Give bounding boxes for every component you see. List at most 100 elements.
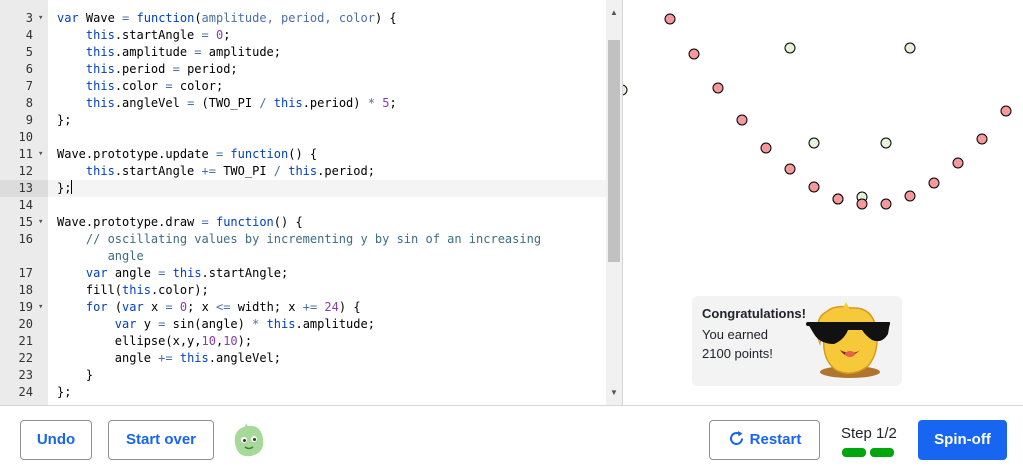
code-token: var xyxy=(85,266,108,280)
code-token: = xyxy=(165,79,173,93)
code-line[interactable]: 6 this.period = period; xyxy=(0,61,606,78)
code-token: += xyxy=(201,164,216,178)
red-wave-dot xyxy=(712,82,724,94)
line-number: 20 xyxy=(18,317,33,331)
code-line[interactable]: 17 var angle = this.startAngle; xyxy=(0,265,606,282)
code-line[interactable]: angle xyxy=(0,248,606,265)
code-token: += xyxy=(302,300,318,314)
step-indicator: Step 1/2 xyxy=(841,425,897,442)
code-line[interactable]: 24}; xyxy=(0,384,606,401)
code-line[interactable]: 12 this.startAngle += TWO_PI / this.peri… xyxy=(0,163,606,180)
code-editor[interactable]: 3 ▾ var Wave = function(amplitude, period,… xyxy=(0,0,622,405)
code-token: / xyxy=(273,164,281,178)
code-token: function xyxy=(230,147,289,161)
code-line[interactable]: 15 ▾ Wave.prototype.draw = function() { xyxy=(0,214,606,231)
red-wave-dot xyxy=(952,157,964,169)
code-token: () { xyxy=(273,215,303,229)
code-token: this xyxy=(85,28,115,42)
code-token: this xyxy=(179,351,209,365)
code-token: }; xyxy=(57,113,72,127)
code-line[interactable]: 20 var y = sin(angle) * this.amplitude; xyxy=(0,316,606,333)
line-number: 19 xyxy=(18,300,33,314)
code-line[interactable]: 9}; xyxy=(0,112,606,129)
code-text: var y = sin(angle) * this.amplitude; xyxy=(57,316,375,333)
code-line[interactable]: 8 this.angleVel = (TWO_PI / this.period)… xyxy=(0,95,606,112)
undo-button[interactable]: Undo xyxy=(20,420,92,460)
code-line[interactable]: 19 ▾ for (var x = 0; x <= width; x += 24)… xyxy=(0,299,606,316)
restart-label: Restart xyxy=(749,431,802,448)
line-number: 8 xyxy=(25,96,33,110)
code-text: this.startAngle += TWO_PI / this.period; xyxy=(57,163,375,180)
line-number: 16 xyxy=(18,232,33,246)
scroll-up-icon[interactable]: ▲ xyxy=(609,8,619,18)
avatar-icon[interactable] xyxy=(229,421,267,459)
code-token: ) { xyxy=(374,11,397,25)
code-token: .period xyxy=(114,62,173,76)
code-token: 10 xyxy=(223,334,238,348)
restart-icon xyxy=(729,431,743,445)
code-token: }; xyxy=(57,181,72,195)
code-line[interactable]: 22 angle += this.angleVel; xyxy=(0,350,606,367)
code-line[interactable]: 14 xyxy=(0,197,606,214)
code-line[interactable]: 18 fill(this.color); xyxy=(0,282,606,299)
code-line[interactable]: 7 this.color = color; xyxy=(0,78,606,95)
code-token: this xyxy=(266,317,296,331)
fold-arrow-icon[interactable]: ▾ xyxy=(38,146,43,163)
congrats-points-line: You earned xyxy=(702,327,769,342)
line-number: 18 xyxy=(18,283,33,297)
red-wave-dot xyxy=(856,198,868,210)
code-line[interactable]: 11 ▾ Wave.prototype.update = function() { xyxy=(0,146,606,163)
code-line[interactable]: 3 ▾ var Wave = function(amplitude, period,… xyxy=(0,10,606,27)
sunglasses-mascot-icon xyxy=(806,302,890,378)
code-token: var xyxy=(57,11,79,25)
fold-arrow-icon[interactable]: ▾ xyxy=(38,214,43,231)
line-number: 6 xyxy=(25,62,33,76)
spin-off-button[interactable]: Spin-off xyxy=(918,420,1007,460)
line-number: 5 xyxy=(25,45,33,59)
code-line[interactable]: 16 // oscillating values by incrementing… xyxy=(0,231,606,248)
fold-arrow-icon[interactable]: ▾ xyxy=(38,10,43,27)
code-line[interactable]: 21 ellipse(x,y,10,10); xyxy=(0,333,606,350)
code-token: period; xyxy=(179,62,238,76)
code-token: angle xyxy=(107,266,159,280)
code-token: .color xyxy=(114,79,166,93)
code-line[interactable]: 5 this.amplitude = amplitude; xyxy=(0,44,606,61)
code-token: = xyxy=(172,62,180,76)
code-token: * xyxy=(367,96,375,110)
code-token: var xyxy=(122,300,144,314)
code-token: .color); xyxy=(150,283,209,297)
code-token: for xyxy=(85,300,108,314)
code-token: Wave.prototype.update xyxy=(57,147,216,161)
code-line[interactable]: 13}; xyxy=(0,180,606,197)
line-number: 15 xyxy=(18,215,33,229)
scroll-down-icon[interactable]: ▼ xyxy=(609,388,619,398)
code-text: this.period = period; xyxy=(57,61,238,78)
red-wave-dot xyxy=(736,114,748,126)
fold-arrow-icon[interactable]: ▾ xyxy=(38,299,43,316)
code-token: Wave.prototype.draw xyxy=(57,215,202,229)
code-token: } xyxy=(57,368,94,382)
code-line[interactable]: 4 this.startAngle = 0; xyxy=(0,27,606,44)
red-wave-dot xyxy=(904,190,916,202)
line-number: 12 xyxy=(18,164,33,178)
restart-button[interactable]: Restart xyxy=(709,420,820,460)
code-text: angle += this.angleVel; xyxy=(57,350,281,367)
code-line[interactable]: 23 } xyxy=(0,367,606,384)
code-token: .angleVel; xyxy=(208,351,281,365)
code-token: this xyxy=(85,45,115,59)
line-number: 23 xyxy=(18,368,33,382)
code-token: ; x xyxy=(187,300,217,314)
editor-scrollbar[interactable]: ▲ ▼ xyxy=(606,0,622,405)
editor-scrollbar-thumb[interactable] xyxy=(608,40,620,262)
code-token: this xyxy=(85,96,115,110)
start-over-button[interactable]: Start over xyxy=(108,420,214,460)
code-line[interactable]: 10 xyxy=(0,129,606,146)
